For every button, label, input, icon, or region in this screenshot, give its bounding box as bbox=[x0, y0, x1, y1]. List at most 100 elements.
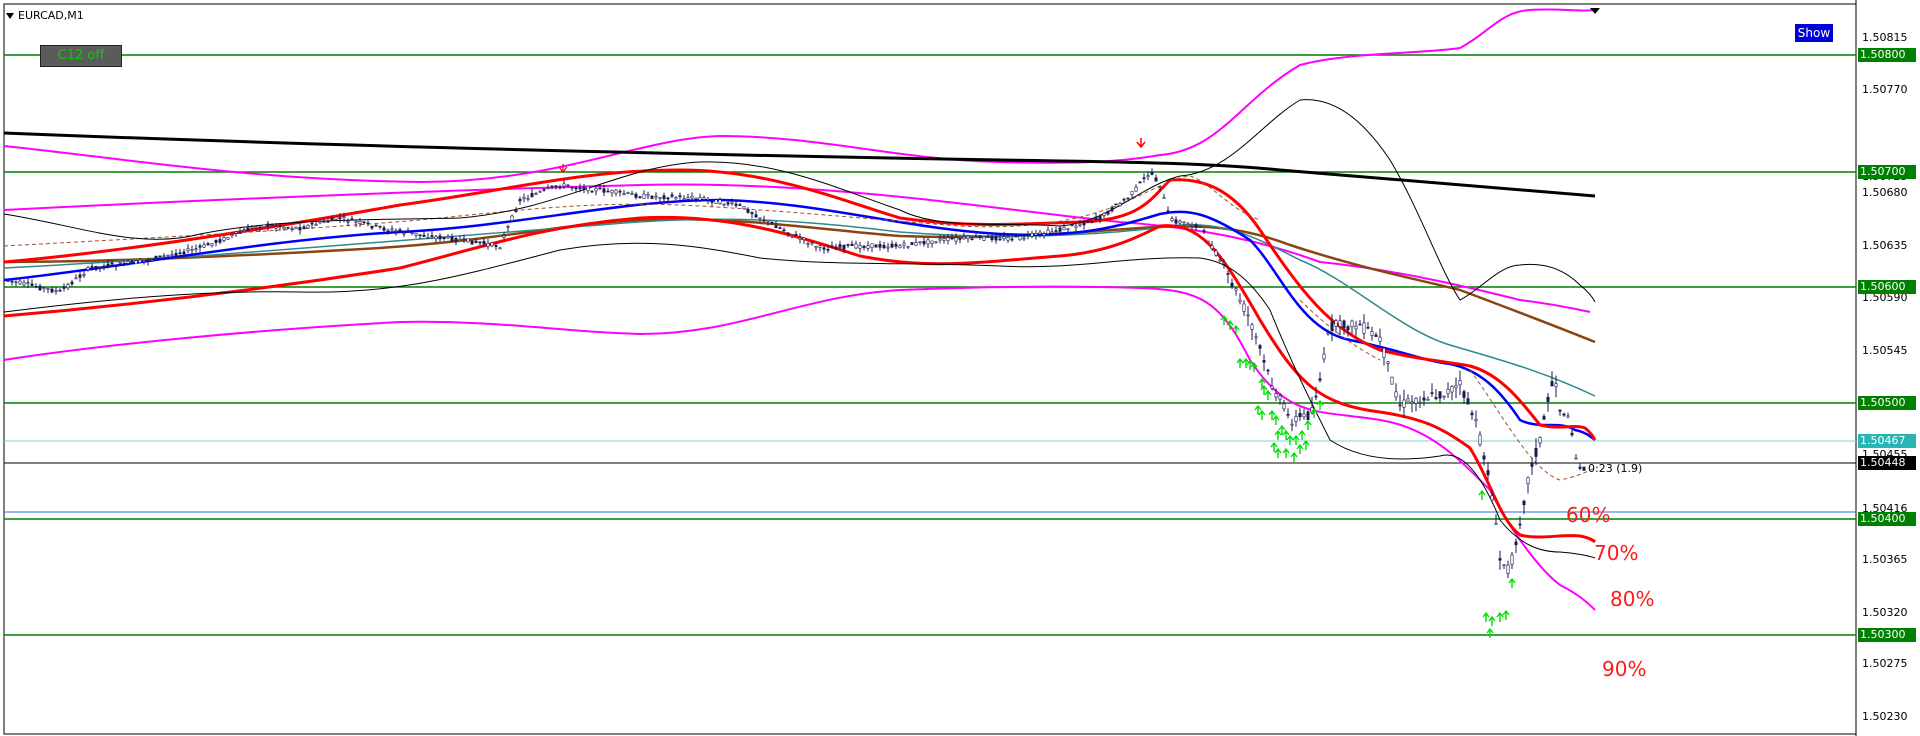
candle-body bbox=[614, 189, 618, 194]
candle-body bbox=[742, 206, 746, 210]
candle-body bbox=[418, 234, 422, 236]
candle-body bbox=[218, 239, 222, 243]
price-tick-label: 1.50230 bbox=[1862, 710, 1908, 723]
candle-body bbox=[546, 187, 550, 190]
candle-body bbox=[1474, 419, 1478, 422]
candle-body bbox=[994, 236, 998, 241]
candle-body bbox=[1062, 226, 1066, 231]
candle-body bbox=[310, 222, 314, 225]
candle-body bbox=[1482, 455, 1486, 460]
candle-body bbox=[1258, 345, 1262, 349]
candle-body bbox=[830, 245, 834, 248]
candle-body bbox=[46, 288, 50, 290]
candle-body bbox=[1446, 388, 1450, 394]
candle-body bbox=[470, 240, 474, 245]
candle-body bbox=[802, 237, 806, 240]
down-arrow-icon bbox=[1136, 138, 1146, 149]
candle-body bbox=[518, 199, 522, 202]
candle-body bbox=[642, 193, 646, 199]
candle-body bbox=[1150, 172, 1154, 175]
candle-body bbox=[610, 189, 614, 194]
candle-body bbox=[162, 255, 166, 258]
candle-body bbox=[1154, 177, 1158, 182]
candle-body bbox=[1538, 437, 1542, 444]
candle-body bbox=[1314, 395, 1318, 398]
price-tick-label: 1.50680 bbox=[1862, 186, 1908, 199]
up-arrow-icon bbox=[1478, 489, 1486, 500]
candle-body bbox=[1454, 384, 1458, 388]
up-arrow-icon bbox=[1482, 611, 1490, 622]
candle-body bbox=[926, 239, 930, 245]
candle-body bbox=[1578, 466, 1582, 469]
candle-body bbox=[250, 226, 254, 229]
candle-body bbox=[1138, 181, 1142, 184]
candle-body bbox=[950, 237, 954, 240]
candle-body bbox=[562, 183, 566, 187]
candle-body bbox=[1098, 215, 1102, 220]
candle-body bbox=[806, 243, 810, 245]
candle-body bbox=[850, 243, 854, 247]
candle-body bbox=[494, 245, 498, 247]
chevron-down-icon[interactable] bbox=[6, 12, 14, 19]
price-tag: 1.50467 bbox=[1858, 434, 1916, 448]
chart-window[interactable]: EURCAD,M1 C12 off Show 1.50815 1.50770 1.5… bbox=[0, 0, 1920, 736]
candle-body bbox=[482, 241, 486, 245]
candle-body bbox=[782, 229, 786, 232]
candle-body bbox=[1574, 457, 1578, 460]
candle-body bbox=[1558, 409, 1562, 412]
candle-body bbox=[654, 195, 658, 198]
candle-body bbox=[1238, 299, 1242, 303]
candle-body bbox=[190, 249, 194, 251]
c12-toggle-button[interactable]: C12 off bbox=[40, 45, 122, 67]
candle-body bbox=[722, 203, 726, 206]
candle-body bbox=[74, 277, 78, 280]
candle-body bbox=[1078, 224, 1082, 226]
candle-body bbox=[1222, 262, 1226, 265]
candle-body bbox=[434, 236, 438, 240]
candlestick-series bbox=[6, 168, 1586, 578]
price-tick-label: 1.50635 bbox=[1862, 239, 1908, 252]
candle-body bbox=[958, 238, 962, 240]
candle-body bbox=[990, 236, 994, 241]
candle-body bbox=[1374, 334, 1378, 337]
candle-body bbox=[962, 236, 966, 240]
candle-body bbox=[1114, 203, 1118, 206]
chart-frame bbox=[3, 3, 1857, 735]
candle-body bbox=[886, 246, 890, 249]
candle-body bbox=[1014, 235, 1018, 238]
candle-body bbox=[846, 244, 850, 246]
price-tag: 1.50800 bbox=[1858, 48, 1916, 62]
candle-body bbox=[1198, 225, 1202, 227]
candle-body bbox=[266, 223, 270, 227]
candle-body bbox=[1210, 245, 1214, 250]
candle-body bbox=[1186, 223, 1190, 225]
candle-body bbox=[278, 225, 282, 228]
candle-body bbox=[1282, 403, 1286, 410]
candle-body bbox=[254, 226, 258, 229]
candle-body bbox=[50, 288, 54, 293]
candle-body bbox=[1206, 240, 1210, 243]
price-chart[interactable] bbox=[0, 0, 1920, 736]
candle-body bbox=[622, 193, 626, 195]
candle-body bbox=[1434, 397, 1438, 400]
candle-body bbox=[1438, 391, 1442, 399]
candle-body bbox=[166, 254, 170, 257]
candle-body bbox=[438, 235, 442, 240]
candle-body bbox=[694, 197, 698, 200]
candle-body bbox=[678, 195, 682, 197]
candle-body bbox=[286, 227, 290, 229]
candle-body bbox=[550, 185, 554, 188]
up-arrow-icon bbox=[1502, 609, 1510, 620]
price-tick-label: 1.50365 bbox=[1862, 553, 1908, 566]
candle-body bbox=[1178, 220, 1182, 224]
candle-body bbox=[102, 265, 106, 269]
candle-body bbox=[630, 193, 634, 195]
price-tick-label: 1.50770 bbox=[1862, 83, 1908, 96]
candle-body bbox=[30, 283, 34, 286]
up-arrow-icon bbox=[1304, 419, 1312, 430]
chart-title[interactable]: EURCAD,M1 bbox=[6, 9, 84, 22]
show-button[interactable]: Show bbox=[1795, 24, 1833, 42]
candle-body bbox=[1462, 391, 1466, 398]
up-arrow-icon bbox=[1272, 414, 1280, 425]
candle-body bbox=[346, 220, 350, 223]
